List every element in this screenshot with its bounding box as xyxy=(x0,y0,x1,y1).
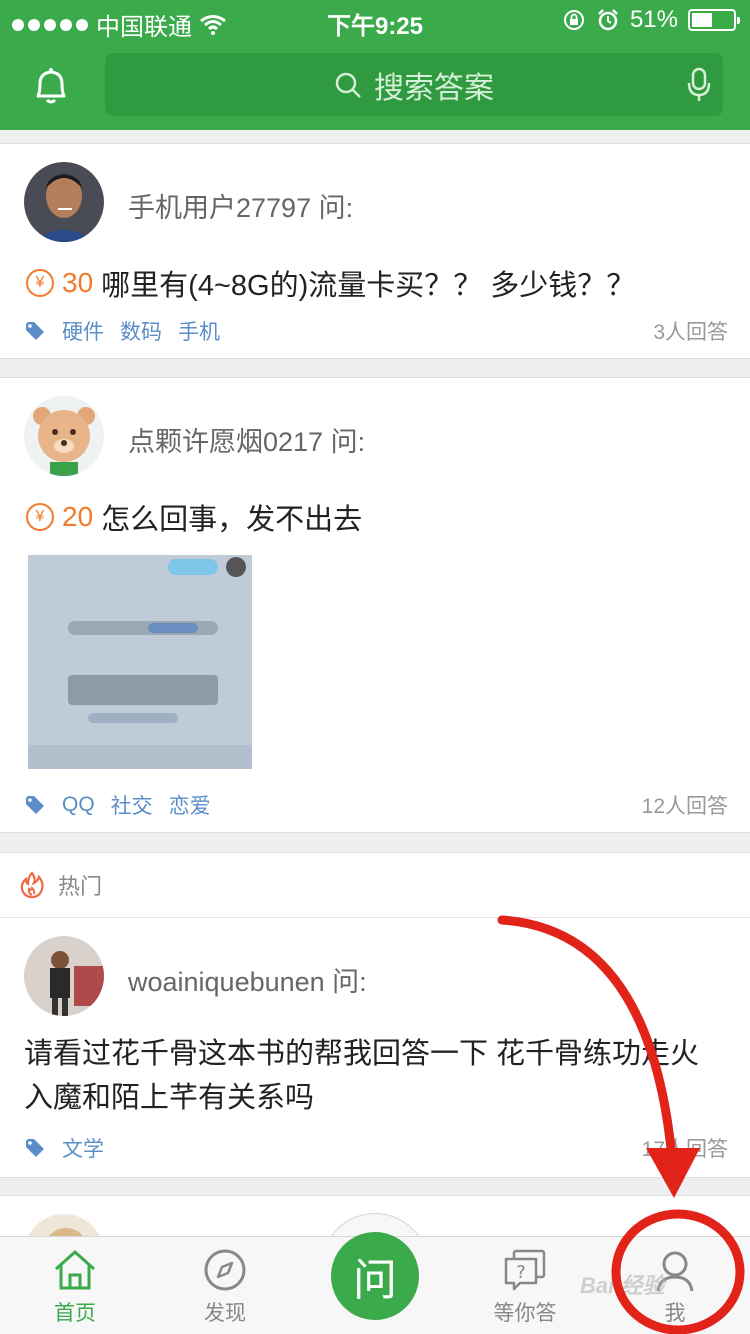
battery-icon xyxy=(688,9,740,31)
question-text[interactable]: 请看过花千骨这本书的帮我回答一下 花千骨练功走火 入魔和陌上芊有关系吗 xyxy=(24,1032,699,1120)
tag-icon xyxy=(26,1139,44,1157)
avatar[interactable] xyxy=(24,162,104,242)
tab-label: 发现 xyxy=(204,1302,246,1325)
tag-icon xyxy=(26,796,44,814)
asker-name: 手机用户27797 问: xyxy=(128,193,354,223)
rotation-lock-icon xyxy=(563,10,584,30)
alarm-icon xyxy=(598,9,618,31)
home-icon xyxy=(54,1250,96,1290)
microphone-icon[interactable] xyxy=(687,67,711,103)
tag-link[interactable]: 手机 xyxy=(178,316,220,346)
asker-name: woainiquebunen 问: xyxy=(128,967,367,997)
question-card[interactable]: 手机用户27797 问: ¥ 30 哪里有(4~8G的)流量卡买？？ 多少钱？？… xyxy=(0,143,750,359)
bell-icon[interactable] xyxy=(28,62,74,108)
tab-home[interactable]: 首页 xyxy=(15,1247,135,1327)
asker-name: 点颗许愿烟0217 问: xyxy=(128,427,366,457)
top-navbar: 搜索答案 xyxy=(0,40,750,130)
question-text-line: 入魔和陌上芊有关系吗 xyxy=(24,1082,315,1114)
search-input[interactable]: 搜索答案 xyxy=(105,53,723,116)
svg-text:?: ? xyxy=(516,1262,526,1283)
hot-label: 热门 xyxy=(58,874,103,899)
reward-coin-icon: ¥ xyxy=(26,503,54,531)
question-card[interactable]: woainiquebunen 问: 请看过花千骨这本书的帮我回答一下 花千骨练功… xyxy=(0,918,750,1178)
question-text-line: 请看过花千骨这本书的帮我回答一下 花千骨练功走火 xyxy=(24,1038,700,1070)
question-text[interactable]: 怎么回事，发不出去 xyxy=(101,496,362,538)
search-icon xyxy=(335,72,361,98)
answer-count: 17人回答 xyxy=(641,1138,728,1161)
tag-link[interactable]: 恋爱 xyxy=(169,790,211,820)
tag-link[interactable]: 硬件 xyxy=(62,316,104,346)
reward-amount: 20 xyxy=(62,501,94,532)
question-bubble-icon: ? xyxy=(504,1249,546,1291)
tag-icon xyxy=(26,322,44,340)
ask-button[interactable]: 问 xyxy=(331,1232,419,1320)
tag-link[interactable]: 数码 xyxy=(120,316,162,346)
avatar[interactable] xyxy=(24,396,104,476)
tab-waiting[interactable]: ? 等你答 xyxy=(465,1247,585,1327)
flame-icon xyxy=(20,871,44,899)
tab-discover[interactable]: 发现 xyxy=(165,1247,285,1327)
question-card[interactable]: 点颗许愿烟0217 问: ¥ 20 怎么回事，发不出去 QQ 社交 恋爱 12人… xyxy=(0,377,750,833)
tab-label: 我 xyxy=(664,1302,686,1325)
ask-button-label: 问 xyxy=(353,1256,397,1305)
reward-amount: 30 xyxy=(62,267,94,298)
answer-count: 12人回答 xyxy=(641,795,728,818)
question-image[interactable] xyxy=(28,555,252,769)
tab-label: 首页 xyxy=(54,1302,96,1325)
answer-count: 3人回答 xyxy=(653,321,728,344)
watermark: Bai 经验 xyxy=(580,1273,665,1298)
avatar[interactable] xyxy=(24,936,104,1016)
tag-link[interactable]: 社交 xyxy=(111,790,153,820)
question-text[interactable]: 哪里有(4~8G的)流量卡买？？ 多少钱？？ xyxy=(101,262,635,304)
reward-coin-icon: ¥ xyxy=(26,269,54,297)
search-placeholder: 搜索答案 xyxy=(374,71,494,105)
battery-percent: 51% xyxy=(629,6,678,33)
tag-link[interactable]: QQ xyxy=(62,793,95,817)
status-bar: 中国联通 下午9:25 51% xyxy=(0,0,750,41)
hot-section-header: 热门 xyxy=(0,852,750,918)
tag-link[interactable]: 文学 xyxy=(62,1133,104,1163)
compass-icon xyxy=(204,1249,246,1291)
tab-label: 等你答 xyxy=(493,1302,557,1325)
